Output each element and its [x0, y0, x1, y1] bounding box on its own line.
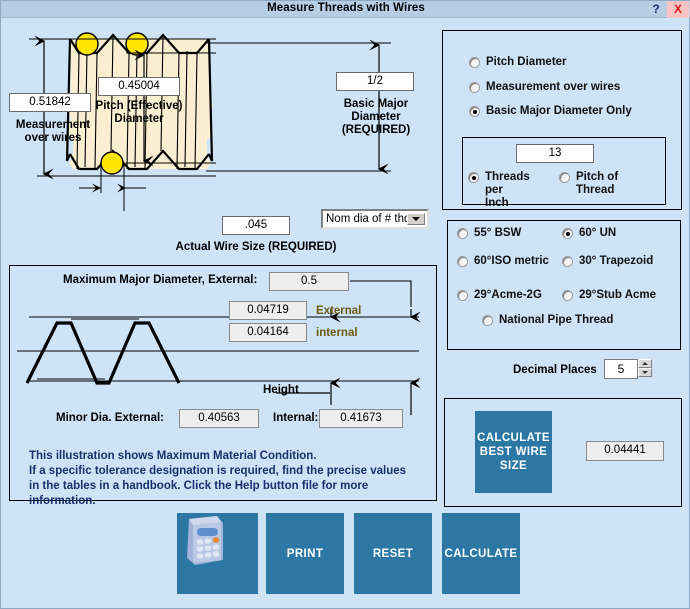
calculator-button[interactable] [177, 513, 258, 594]
pitch-diameter-field[interactable]: 0.45004 [98, 77, 180, 96]
radio-threads-per-inch-label-line2: Inch [485, 197, 509, 209]
actual-wire-size-label: Actual Wire Size (REQUIRED) [175, 241, 337, 253]
help-button[interactable]: ? [648, 1, 664, 18]
calculate-best-wire-size-button[interactable]: CALCULATE BEST WIRE SIZE [475, 411, 552, 493]
radio-29-stub-acme[interactable]: 29°Stub Acme [562, 289, 656, 302]
radio-pitch-of-thread-label-line1: Pitch of [576, 171, 619, 183]
actual-wire-size-field[interactable]: .045 [222, 216, 290, 235]
calculate-best-wire-line1: CALCULATE [476, 432, 550, 444]
threads-per-inch-field[interactable]: 13 [516, 144, 594, 163]
minor-dia-internal-field[interactable]: 0.41673 [319, 409, 403, 428]
radio-indicator[interactable] [562, 256, 573, 267]
illustration-note-line3: in the tables in a handbook. Click the H… [29, 480, 369, 492]
size-mode-dropdown[interactable]: Nom dia of # thds [321, 209, 429, 229]
radio-indicator[interactable] [457, 256, 468, 267]
radio-30-trapezoid[interactable]: 30° Trapezoid [562, 255, 653, 268]
best-wire-size-result-field[interactable]: 0.04441 [586, 441, 664, 461]
radio-national-pipe-thread-label: National Pipe Thread [499, 314, 614, 326]
radio-basic-major-diameter-only[interactable]: Basic Major Diameter Only [469, 105, 632, 118]
radio-indicator[interactable] [562, 228, 573, 239]
measurement-over-wires-field[interactable]: 0.51842 [9, 93, 91, 112]
stepper-up-icon[interactable] [638, 359, 652, 368]
radio-60-un-label: 60° UN [579, 227, 617, 239]
calculate-button-label: CALCULATE [444, 547, 518, 560]
radio-basic-major-diameter-only-label: Basic Major Diameter Only [486, 105, 632, 117]
measurement-over-wires-label-line2: over wires [24, 132, 82, 144]
window-title: Measure Threads with Wires [267, 2, 425, 14]
radio-55-bsw-label: 55° BSW [474, 227, 522, 239]
radio-60-iso-metric[interactable]: 60°ISO metric [457, 255, 549, 268]
radio-29-stub-acme-label: 29°Stub Acme [579, 289, 657, 301]
print-button[interactable]: PRINT [266, 513, 344, 594]
radio-pitch-of-thread-label-line2: Thread [576, 184, 615, 196]
size-mode-dropdown-value: Nom dia of # thds [326, 213, 417, 225]
calculate-best-wire-line2: BEST WIRE [479, 446, 548, 458]
external-height-label: External [316, 305, 362, 317]
radio-threads-per-inch-label-line1: Threads per [485, 171, 530, 196]
calculate-best-wire-line3: SIZE [499, 460, 528, 472]
decimal-places-label: Decimal Places [513, 364, 597, 376]
thread-wire-diagram [29, 32, 391, 211]
reset-button[interactable]: RESET [354, 513, 432, 594]
radio-60-iso-metric-label: 60°ISO metric [474, 255, 549, 267]
radio-29-acme-2g[interactable]: 29°Acme-2G [457, 289, 542, 302]
radio-indicator[interactable] [482, 315, 493, 326]
radio-indicator[interactable] [457, 228, 468, 239]
internal-height-label: internal [316, 327, 358, 339]
pitch-diameter-label-line2: Diameter [114, 113, 164, 125]
basic-major-diameter-field[interactable]: 1/2 [336, 72, 414, 91]
basic-major-diameter-label-line1: Basic Major [343, 98, 409, 110]
radio-indicator[interactable] [469, 82, 480, 93]
radio-29-acme-2g-label: 29°Acme-2G [474, 289, 542, 301]
radio-60-un[interactable]: 60° UN [562, 227, 616, 240]
radio-indicator[interactable] [562, 290, 573, 301]
radio-pitch-diameter-label: Pitch Diameter [486, 56, 567, 68]
external-height-field[interactable]: 0.04719 [229, 301, 307, 320]
print-button-label: PRINT [286, 547, 324, 560]
radio-indicator[interactable] [469, 106, 480, 117]
minor-dia-external-field[interactable]: 0.40563 [179, 409, 259, 428]
close-button[interactable]: X [667, 1, 689, 18]
radio-measurement-over-wires-label: Measurement over wires [486, 81, 621, 93]
stepper-down-icon[interactable] [638, 368, 652, 377]
radio-threads-per-inch[interactable]: Threads per Inch [468, 171, 547, 210]
title-bar: Measure Threads with Wires ? X [1, 1, 690, 18]
reset-button-label: RESET [372, 547, 414, 560]
application-window: Measure Threads with Wires ? X 0.51842 M… [0, 0, 690, 609]
pitch-diameter-label-line1: Pitch (Effective) [95, 100, 183, 112]
radio-indicator[interactable] [468, 172, 479, 183]
chevron-down-icon[interactable] [407, 213, 425, 225]
basic-major-diameter-label-line3: (REQUIRED) [341, 124, 411, 136]
minor-dia-external-label: Minor Dia. External: [56, 412, 164, 424]
radio-indicator[interactable] [559, 172, 570, 183]
basic-major-diameter-label-line2: Diameter [351, 111, 401, 123]
internal-height-field[interactable]: 0.04164 [229, 323, 307, 342]
decimal-places-field[interactable]: 5 [604, 359, 638, 379]
wire-top-left [75, 32, 99, 56]
radio-indicator[interactable] [469, 57, 480, 68]
radio-55-bsw[interactable]: 55° BSW [457, 227, 521, 240]
illustration-note-line2: If a specific tolerance designation is r… [29, 465, 407, 477]
radio-pitch-of-thread[interactable]: Pitch of Thread [559, 171, 638, 197]
radio-national-pipe-thread[interactable]: National Pipe Thread [482, 314, 613, 327]
illustration-note-line1: This illustration shows Maximum Material… [29, 450, 317, 462]
calculate-button[interactable]: CALCULATE [442, 513, 520, 594]
minor-dia-internal-label: Internal: [273, 412, 319, 424]
radio-pitch-diameter[interactable]: Pitch Diameter [469, 56, 567, 69]
calculator-icon [187, 516, 223, 565]
illustration-note-line4: information. [29, 495, 96, 507]
radio-30-trapezoid-label: 30° Trapezoid [579, 255, 654, 267]
radio-measurement-over-wires[interactable]: Measurement over wires [469, 81, 620, 94]
measurement-over-wires-label-line1: Measurement [15, 119, 91, 131]
wire-bottom [100, 151, 124, 175]
wire-top-right [125, 32, 149, 56]
height-label: Height [263, 384, 299, 396]
radio-indicator[interactable] [457, 290, 468, 301]
decimal-places-stepper[interactable] [638, 359, 652, 377]
